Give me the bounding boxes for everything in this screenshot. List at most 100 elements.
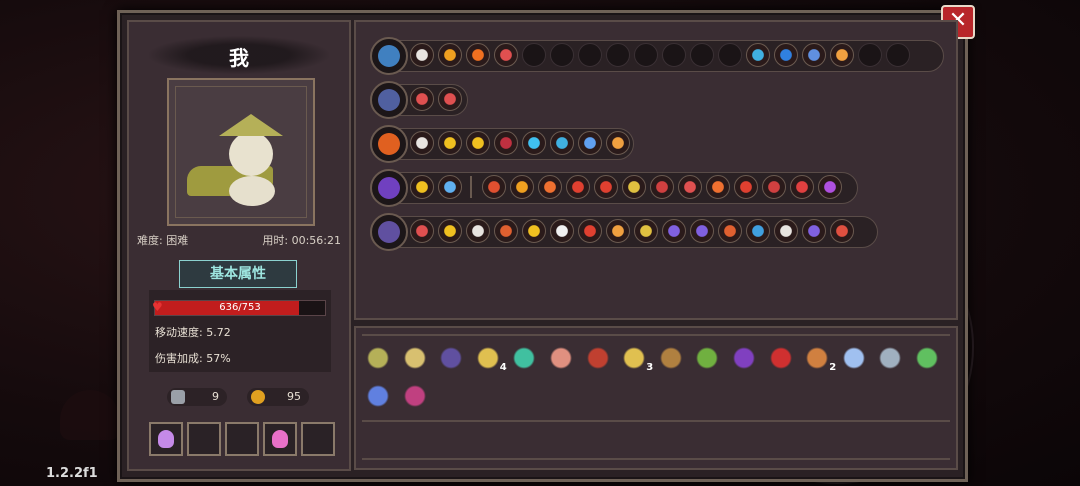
- orb-icon[interactable]: [494, 131, 518, 155]
- slash-icon[interactable]: [802, 219, 826, 243]
- burst-icon[interactable]: [622, 175, 646, 199]
- swirl-icon[interactable]: [746, 43, 770, 67]
- target-icon[interactable]: [410, 219, 434, 243]
- wing-icon[interactable]: [802, 43, 826, 67]
- potion-slot-1[interactable]: [149, 422, 183, 456]
- spin-icon[interactable]: [438, 219, 462, 243]
- boots-icon[interactable]: [437, 344, 466, 372]
- empty-slot: [718, 43, 742, 67]
- potion-slot-2[interactable]: [187, 422, 221, 456]
- coins-value: 95: [287, 390, 301, 403]
- claw-icon[interactable]: [734, 175, 758, 199]
- shell-icon[interactable]: [510, 344, 539, 372]
- scroll-icon[interactable]: [410, 87, 434, 111]
- claw-icon[interactable]: [578, 219, 602, 243]
- crystal-icon[interactable]: [839, 344, 868, 372]
- rainbow-icon[interactable]: [746, 219, 770, 243]
- spin-icon[interactable]: [438, 131, 462, 155]
- sun-icon[interactable]: [538, 175, 562, 199]
- chevron-icon[interactable]: [438, 43, 462, 67]
- burst-icon[interactable]: [634, 219, 658, 243]
- staff2-icon: [378, 221, 400, 243]
- keys-value: 9: [212, 390, 219, 403]
- slash-icon[interactable]: [690, 219, 714, 243]
- claw-icon[interactable]: [566, 175, 590, 199]
- body-shape: [229, 176, 275, 206]
- diamond-icon[interactable]: [790, 175, 814, 199]
- wings-icon[interactable]: [482, 175, 506, 199]
- mat-icon[interactable]: [583, 344, 612, 372]
- hat-icon[interactable]: [364, 344, 392, 372]
- weapon-slot-staff2[interactable]: [370, 213, 408, 251]
- item-count: 2: [829, 362, 837, 373]
- weapon-slot-staff[interactable]: [370, 169, 408, 207]
- arrow-icon[interactable]: [606, 219, 630, 243]
- keys-counter: 9: [167, 388, 227, 406]
- pickaxe-icon[interactable]: [803, 344, 832, 372]
- glove-icon[interactable]: [400, 344, 429, 372]
- potion-slot-3[interactable]: [225, 422, 259, 456]
- demon-icon[interactable]: [766, 344, 795, 372]
- bug-icon[interactable]: [693, 344, 722, 372]
- skull-icon[interactable]: [774, 219, 798, 243]
- leaf-icon[interactable]: [913, 344, 941, 372]
- fire-icon[interactable]: [466, 43, 490, 67]
- arrow-icon[interactable]: [606, 131, 630, 155]
- hp-bar: 636/753 ♥: [152, 300, 326, 316]
- potion-icon[interactable]: [818, 175, 842, 199]
- arrow-icon[interactable]: [830, 43, 854, 67]
- stone-icon[interactable]: [547, 344, 575, 372]
- weapons-panel: [354, 20, 958, 320]
- weapon-slot-chest[interactable]: [370, 37, 408, 75]
- skull-icon[interactable]: [410, 43, 434, 67]
- scroll-icon[interactable]: [494, 43, 518, 67]
- weapon-slot-axe[interactable]: [370, 125, 408, 163]
- spin-icon[interactable]: [466, 131, 490, 155]
- divider: [362, 458, 950, 460]
- blade-icon[interactable]: [494, 219, 518, 243]
- coins-counter: 95: [247, 388, 309, 406]
- swirl-icon[interactable]: [550, 131, 574, 155]
- empty-slot: [858, 43, 882, 67]
- slash-icon[interactable]: [662, 219, 686, 243]
- sword-icon[interactable]: [876, 344, 905, 372]
- potion-slot-5[interactable]: [301, 422, 335, 456]
- axe-icon: [378, 133, 400, 155]
- crate-icon[interactable]: [656, 344, 685, 372]
- skull-icon[interactable]: [410, 131, 434, 155]
- sun-icon[interactable]: [706, 175, 730, 199]
- basic-attributes-button[interactable]: 基本属性: [179, 260, 297, 288]
- claw-icon[interactable]: [594, 175, 618, 199]
- potion-slot-4[interactable]: [263, 422, 297, 456]
- version-label: 1.2.2f1: [46, 466, 98, 481]
- hourglass-icon[interactable]: [762, 175, 786, 199]
- drop-icon[interactable]: [364, 382, 392, 410]
- weapon-slot-orb[interactable]: [370, 81, 408, 119]
- ice-icon[interactable]: [522, 131, 546, 155]
- wizard-hat-icon[interactable]: [730, 344, 758, 372]
- run-info: 难度: 困难 用时: 00:56:21: [137, 232, 341, 248]
- key-icon: [171, 390, 185, 404]
- mouse-icon[interactable]: [550, 219, 574, 243]
- bottle-icon[interactable]: [438, 175, 462, 199]
- cape-icon[interactable]: [400, 382, 429, 410]
- heart-icon[interactable]: [830, 219, 854, 243]
- orb-icon: [378, 89, 400, 111]
- scroll-icon[interactable]: [678, 175, 702, 199]
- items-panel: 4 3 2: [354, 326, 958, 470]
- dash-icon[interactable]: [578, 131, 602, 155]
- gem-icon[interactable]: [473, 344, 502, 372]
- item-count: 3: [646, 362, 654, 373]
- blade-icon[interactable]: [718, 219, 742, 243]
- spin-icon[interactable]: [410, 175, 434, 199]
- staff-icon: [378, 177, 400, 199]
- chevron-icon[interactable]: [510, 175, 534, 199]
- scroll-icon[interactable]: [438, 87, 462, 111]
- skull-icon[interactable]: [466, 219, 490, 243]
- spin-icon[interactable]: [522, 219, 546, 243]
- antler-icon[interactable]: [620, 344, 649, 372]
- empty-slot: [578, 43, 602, 67]
- spiral-icon[interactable]: [774, 43, 798, 67]
- hourglass-icon[interactable]: [650, 175, 674, 199]
- empty-slot: [606, 43, 630, 67]
